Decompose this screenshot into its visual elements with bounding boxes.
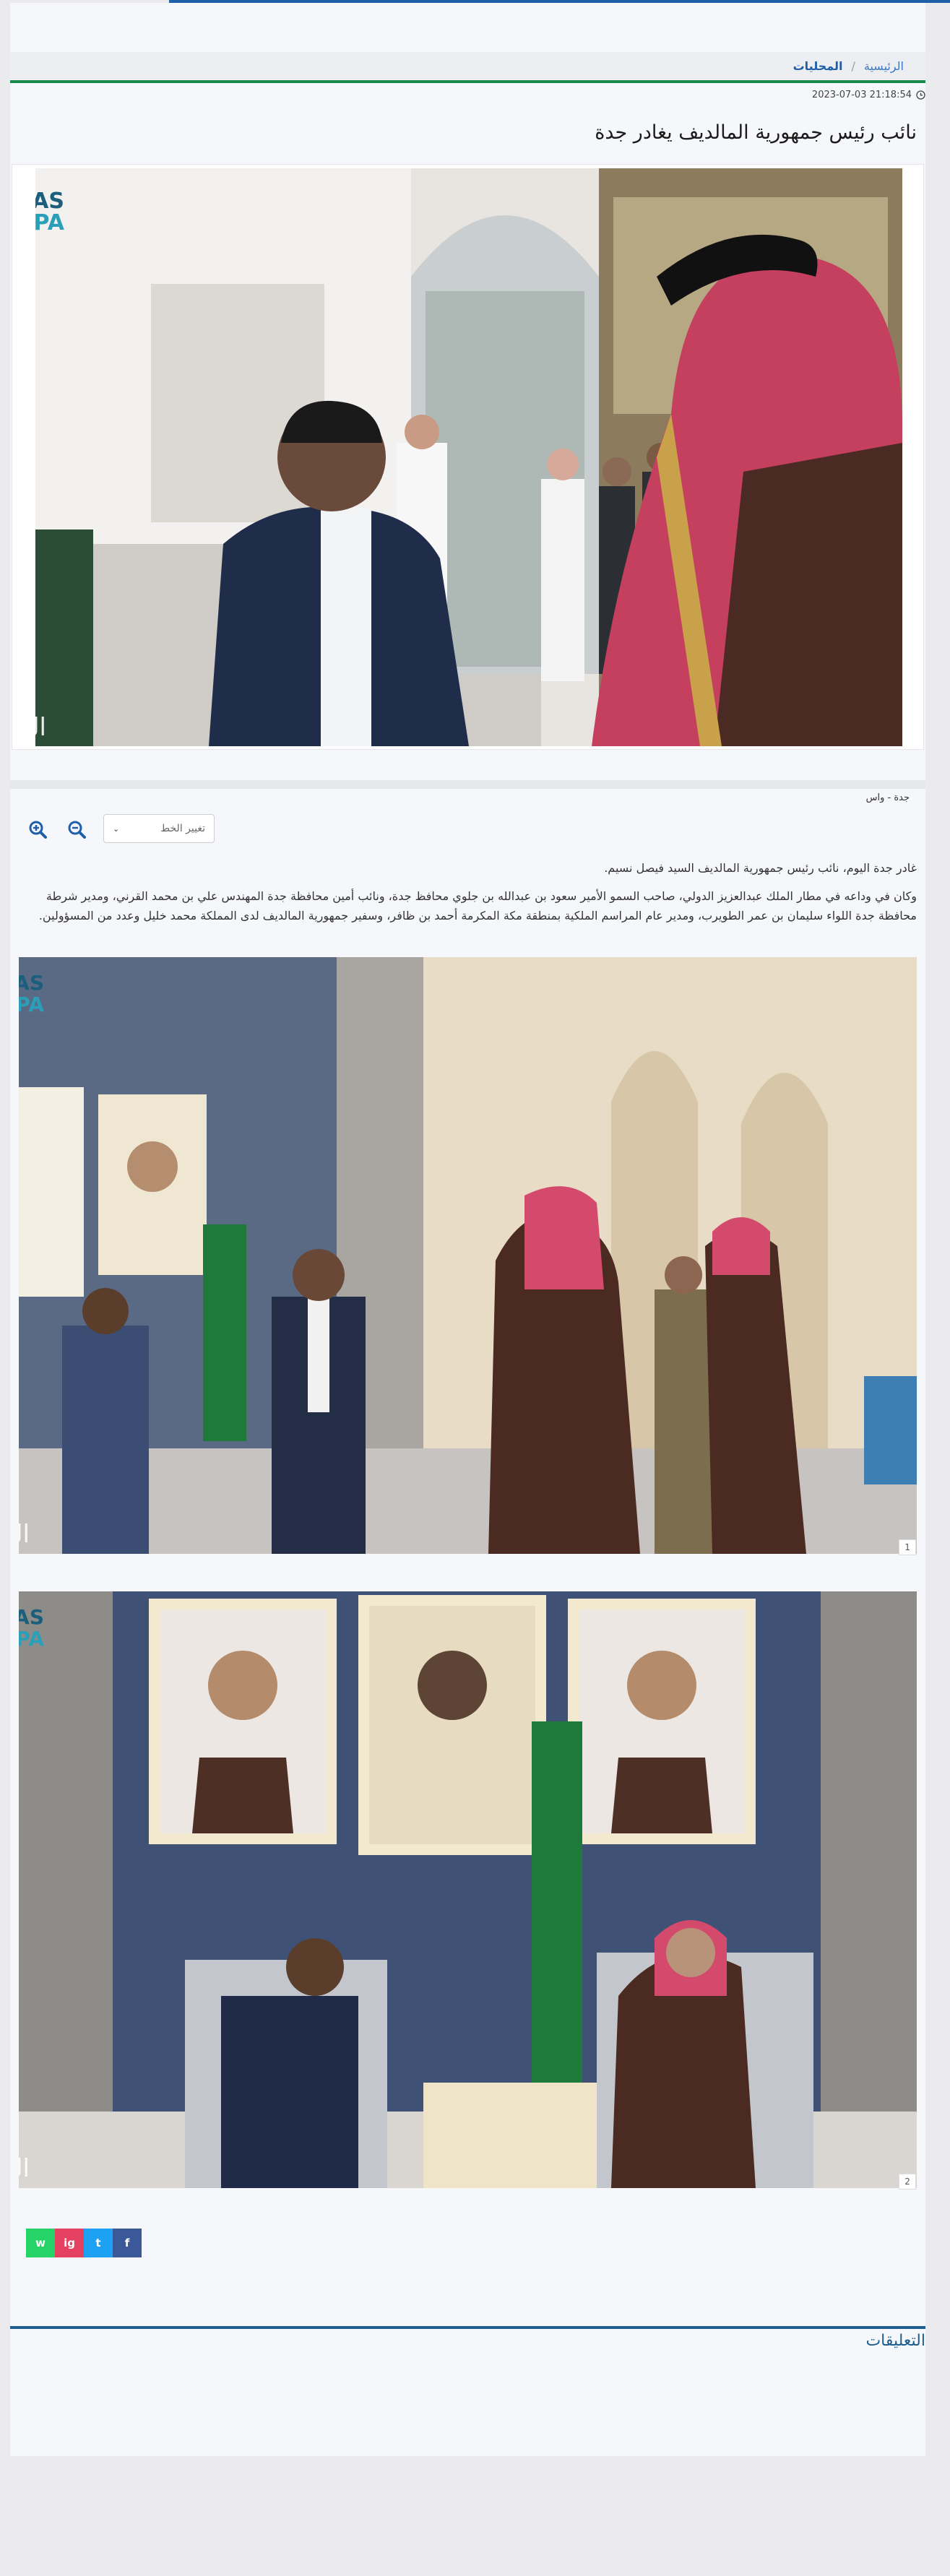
gallery-counter-1: 1 xyxy=(899,1539,916,1555)
article-source: جدة - واس xyxy=(865,792,910,803)
instagram-share-button[interactable]: ig xyxy=(55,2229,84,2257)
facebook-share-button[interactable]: f xyxy=(113,2229,142,2257)
spa-logo: WAS xyxy=(19,1605,44,1629)
font-family-select[interactable]: تغيير الخط ⌄ xyxy=(103,814,215,843)
clock-icon xyxy=(916,90,925,100)
article-body: غادر جدة اليوم، نائب رئيس جمهورية المالد… xyxy=(31,858,917,934)
chevron-down-icon: ⌄ xyxy=(113,824,120,834)
breadcrumb-home-link[interactable]: الرئيسية xyxy=(864,59,904,73)
comments-heading: التعليقات xyxy=(865,2332,925,2350)
whatsapp-share-button[interactable]: w xyxy=(26,2229,55,2257)
newspaper-watermark: الرياض xyxy=(19,1520,30,1549)
hero-photo[interactable]: WAS SPA الرياض xyxy=(35,168,902,746)
header-band xyxy=(10,3,925,39)
newspaper-watermark: الرياض xyxy=(35,713,46,742)
zoom-in-button[interactable] xyxy=(26,818,49,841)
svg-text:SPA: SPA xyxy=(35,210,65,235)
breadcrumb-section-link[interactable]: المحليات xyxy=(793,59,843,73)
share-bar: f t ig w xyxy=(26,2229,142,2257)
article-paragraph: غادر جدة اليوم، نائب رئيس جمهورية المالد… xyxy=(604,861,917,875)
gallery-photo-1[interactable]: WAS SPA الرياض xyxy=(19,957,917,1554)
twitter-share-button[interactable]: t xyxy=(84,2229,113,2257)
gallery-counter-2: 2 xyxy=(899,2174,916,2190)
article-datetime: 2023-07-03 21:18:54 xyxy=(811,90,912,100)
hero-image-frame: WAS SPA الرياض xyxy=(12,164,924,750)
article-date: 2023-07-03 21:18:54 xyxy=(812,90,925,100)
spa-logo-text: SPA xyxy=(19,1627,44,1651)
divider-bar xyxy=(10,780,925,789)
instagram-icon: ig xyxy=(64,2236,75,2249)
article-title: نائب رئيس جمهورية المالديف يغادر جدة xyxy=(595,121,917,144)
breadcrumb: الرئيسية / المحليات xyxy=(10,52,925,79)
zoom-out-icon xyxy=(68,821,86,839)
twitter-icon: t xyxy=(95,2236,101,2249)
spa-logo: WAS xyxy=(19,971,44,995)
spa-logo-text: SPA xyxy=(19,993,44,1016)
zoom-out-button[interactable] xyxy=(65,818,88,841)
comments-rule xyxy=(10,2326,925,2329)
gallery-photo-2[interactable]: WAS SPA الرياض xyxy=(19,1591,917,2188)
breadcrumb-separator: / xyxy=(851,59,855,73)
whatsapp-icon: w xyxy=(35,2236,46,2249)
section-rule xyxy=(10,80,925,83)
article-paragraph: وكان في وداعه في مطار الملك عبدالعزيز ال… xyxy=(38,889,917,922)
facebook-icon: f xyxy=(124,2236,130,2249)
zoom-in-icon xyxy=(29,821,47,839)
font-select-label: تغيير الخط xyxy=(160,823,205,834)
newspaper-watermark: الرياض xyxy=(19,2154,30,2183)
